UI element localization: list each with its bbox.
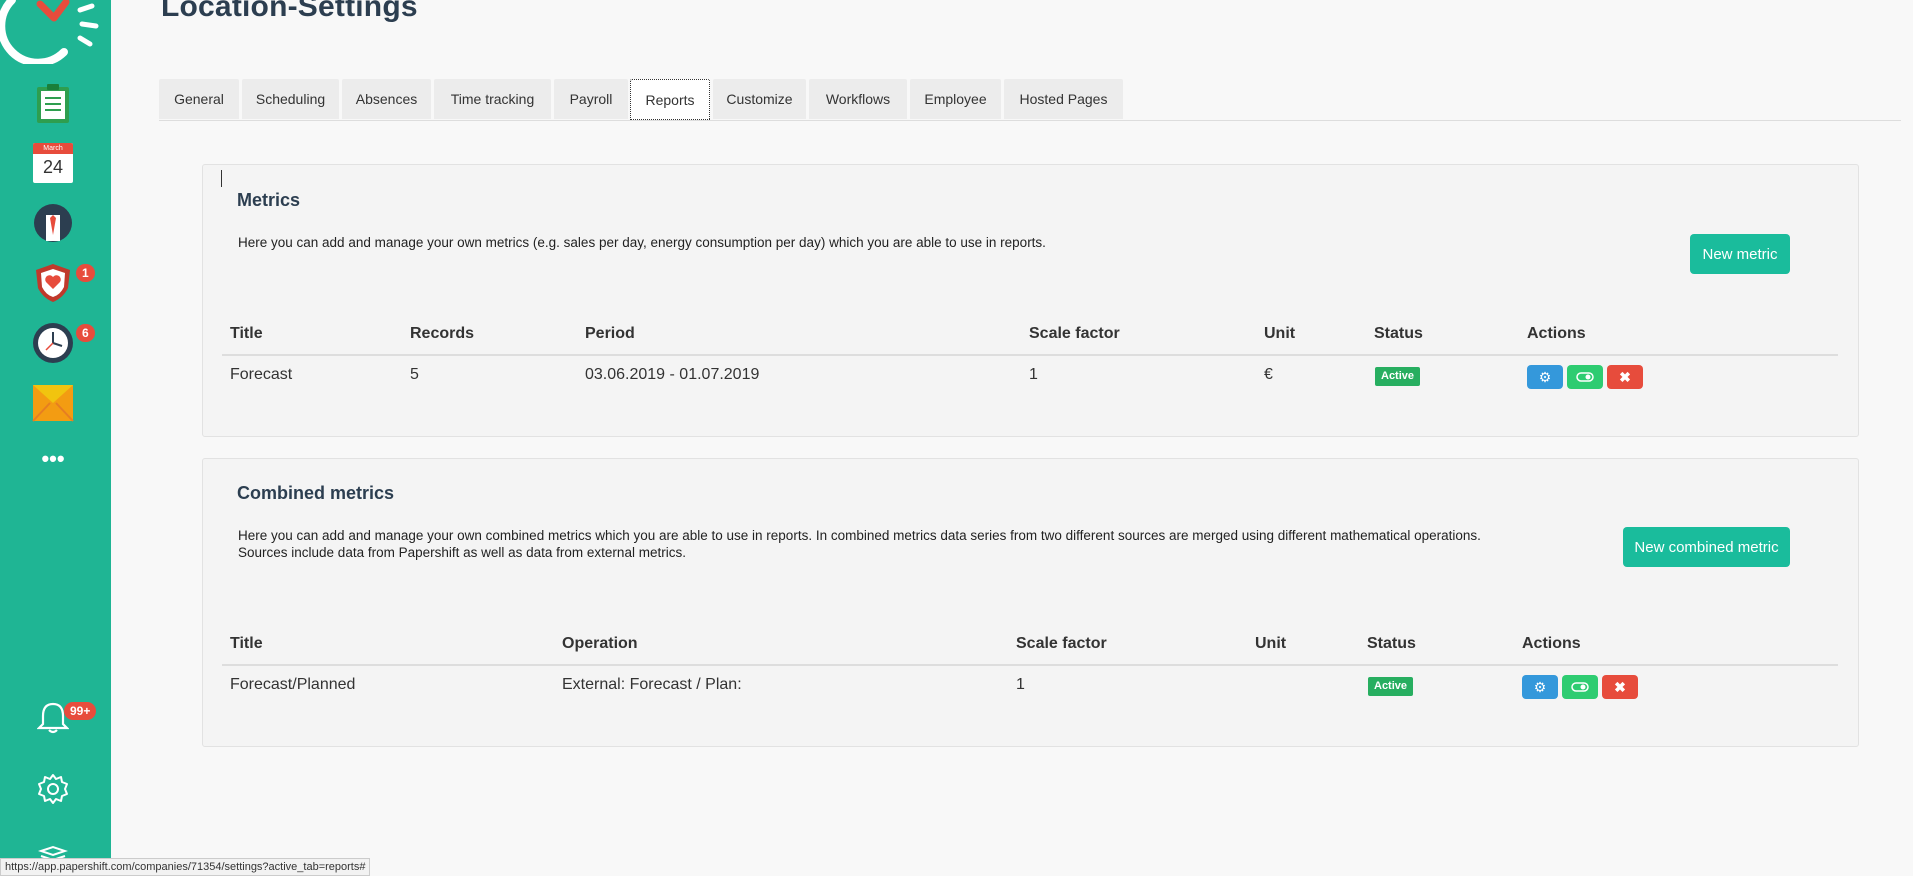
- more-dots-icon[interactable]: •••: [32, 438, 74, 480]
- page-title: Location-Settings: [161, 0, 418, 23]
- delete-metric-button[interactable]: ✖: [1607, 365, 1643, 389]
- toggle-icon: [1571, 682, 1589, 692]
- time-tracking-badge: 6: [76, 324, 95, 342]
- close-icon: ✖: [1619, 369, 1631, 385]
- close-icon: ✖: [1614, 679, 1626, 695]
- calendar-icon[interactable]: March 24: [32, 142, 74, 184]
- col-operation: Operation: [562, 635, 638, 652]
- toggle-combined-metric-button[interactable]: [1562, 675, 1598, 699]
- tab-time-tracking[interactable]: Time tracking: [434, 79, 551, 119]
- time-tracking-clock-icon[interactable]: [32, 322, 74, 364]
- tab-workflows[interactable]: Workflows: [809, 79, 907, 119]
- combined-metric-scale-factor: 1: [1016, 676, 1025, 693]
- gear-icon: ⚙: [1538, 369, 1552, 385]
- combined-metric-operation: External: Forecast / Plan:: [562, 676, 742, 693]
- metrics-description: Here you can add and manage your own met…: [238, 235, 1046, 250]
- calendar-day: 24: [42, 157, 64, 177]
- tab-payroll[interactable]: Payroll: [554, 79, 628, 119]
- col-actions: Actions: [1527, 325, 1586, 342]
- table-header-divider: [222, 354, 1838, 356]
- settings-tabs: General Scheduling Absences Time trackin…: [159, 79, 1901, 121]
- tab-absences[interactable]: Absences: [342, 79, 431, 119]
- mail-envelope-icon[interactable]: [32, 382, 74, 424]
- combined-metrics-title: Combined metrics: [237, 483, 395, 503]
- metric-title: Forecast: [230, 366, 293, 383]
- absences-badge: 1: [76, 264, 95, 282]
- new-metric-button[interactable]: New metric: [1690, 234, 1790, 274]
- text-cursor: [221, 170, 222, 187]
- col-actions: Actions: [1522, 635, 1581, 652]
- papershift-logo[interactable]: [0, 0, 111, 67]
- combined-metrics-panel: Combined metrics Here you can add and ma…: [202, 458, 1859, 747]
- new-combined-metric-button[interactable]: New combined metric: [1623, 527, 1790, 567]
- col-status: Status: [1374, 325, 1423, 342]
- delete-combined-metric-button[interactable]: ✖: [1602, 675, 1638, 699]
- clipboard-icon[interactable]: [32, 82, 74, 124]
- employees-icon[interactable]: [32, 202, 74, 244]
- col-title: Title: [230, 635, 263, 652]
- edit-combined-metric-button[interactable]: ⚙: [1522, 675, 1558, 699]
- toggle-metric-button[interactable]: [1567, 365, 1603, 389]
- tab-customize[interactable]: Customize: [713, 79, 806, 119]
- col-scale-factor: Scale factor: [1029, 325, 1120, 342]
- tab-general[interactable]: General: [159, 79, 239, 119]
- col-records: Records: [410, 325, 475, 342]
- col-unit: Unit: [1264, 325, 1296, 342]
- metrics-title: Metrics: [237, 190, 301, 210]
- metric-scale-factor: 1: [1029, 366, 1038, 383]
- absences-shield-icon[interactable]: [32, 262, 74, 304]
- status-bar-url: https://app.papershift.com/companies/713…: [0, 858, 371, 876]
- tab-reports[interactable]: Reports: [630, 79, 710, 120]
- col-unit: Unit: [1255, 635, 1287, 652]
- metric-records: 5: [410, 366, 419, 383]
- combined-metrics-description-2: Sources include data from Papershift as …: [238, 545, 686, 560]
- edit-metric-button[interactable]: ⚙: [1527, 365, 1563, 389]
- col-scale-factor: Scale factor: [1016, 635, 1107, 652]
- gear-icon: ⚙: [1533, 679, 1547, 695]
- calendar-month: March: [33, 143, 73, 154]
- table-header-divider: [222, 664, 1838, 666]
- combined-metric-title: Forecast/Planned: [230, 676, 356, 693]
- toggle-icon: [1576, 372, 1594, 382]
- sidebar: March 24 1 6 ••• 99+: [0, 0, 111, 876]
- combined-metrics-description-1: Here you can add and manage your own com…: [238, 528, 1481, 543]
- metric-unit: €: [1264, 366, 1273, 383]
- col-title: Title: [230, 325, 263, 342]
- settings-gear-icon[interactable]: [32, 768, 74, 810]
- metric-period: 03.06.2019 - 01.07.2019: [585, 366, 760, 383]
- metrics-panel: Metrics Here you can add and manage your…: [202, 164, 1859, 437]
- notifications-badge: 99+: [64, 702, 97, 720]
- tab-employee[interactable]: Employee: [910, 79, 1001, 119]
- tab-scheduling[interactable]: Scheduling: [242, 79, 339, 119]
- tab-hosted-pages[interactable]: Hosted Pages: [1004, 79, 1123, 119]
- col-status: Status: [1367, 635, 1416, 652]
- status-badge: Active: [1375, 367, 1421, 386]
- status-badge: Active: [1368, 677, 1414, 696]
- col-period: Period: [585, 325, 635, 342]
